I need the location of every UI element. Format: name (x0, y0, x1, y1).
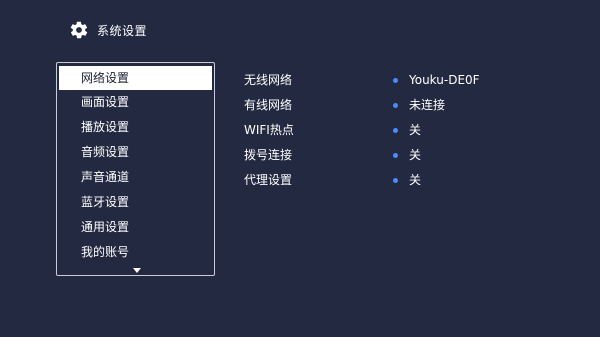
menu-item-picture[interactable]: 画面设置 (57, 90, 214, 115)
menu-list: 网络设置 画面设置 播放设置 音频设置 声音通道 蓝牙设置 通用设置 我的账号 (57, 66, 214, 265)
dialup-connection-row[interactable]: 拨号连接 关 (244, 143, 504, 168)
row-label: 代理设置 (244, 173, 293, 187)
menu-item-account[interactable]: 我的账号 (57, 240, 214, 265)
status-dot-icon (393, 103, 398, 108)
menu-item-network[interactable]: 网络设置 (59, 66, 212, 90)
network-settings-panel: 无线网络 Youku-DE0F 有线网络 未连接 WIFI热点 关 拨号连接 关… (244, 68, 504, 193)
status-dot-icon (393, 153, 398, 158)
menu-item-bluetooth[interactable]: 蓝牙设置 (57, 190, 214, 215)
row-label: 有线网络 (244, 98, 293, 112)
status-dot-icon (393, 178, 398, 183)
row-value: Youku-DE0F (409, 73, 480, 87)
settings-screen: 系统设置 网络设置 画面设置 播放设置 音频设置 声音通道 蓝牙设置 通用设置 … (0, 0, 600, 337)
page-header: 系统设置 (69, 19, 147, 41)
menu-item-audio[interactable]: 音频设置 (57, 140, 214, 165)
row-value: 关 (409, 173, 422, 187)
wired-network-row[interactable]: 有线网络 未连接 (244, 93, 504, 118)
chevron-down-icon[interactable] (133, 268, 141, 273)
row-value: 关 (409, 123, 422, 137)
row-value: 未连接 (409, 98, 446, 112)
menu-item-sound-channel[interactable]: 声音通道 (57, 165, 214, 190)
wireless-network-row[interactable]: 无线网络 Youku-DE0F (244, 68, 504, 93)
status-dot-icon (393, 78, 398, 83)
proxy-settings-row[interactable]: 代理设置 关 (244, 168, 504, 193)
row-label: 拨号连接 (244, 148, 293, 162)
menu-item-playback[interactable]: 播放设置 (57, 115, 214, 140)
row-label: WIFI热点 (244, 123, 294, 137)
settings-menu: 网络设置 画面设置 播放设置 音频设置 声音通道 蓝牙设置 通用设置 我的账号 (56, 62, 215, 276)
menu-item-general[interactable]: 通用设置 (57, 215, 214, 240)
row-label: 无线网络 (244, 73, 293, 87)
status-dot-icon (393, 128, 398, 133)
wifi-hotspot-row[interactable]: WIFI热点 关 (244, 118, 504, 143)
gear-icon (70, 21, 88, 39)
page-title: 系统设置 (97, 23, 148, 38)
row-value: 关 (409, 148, 422, 162)
